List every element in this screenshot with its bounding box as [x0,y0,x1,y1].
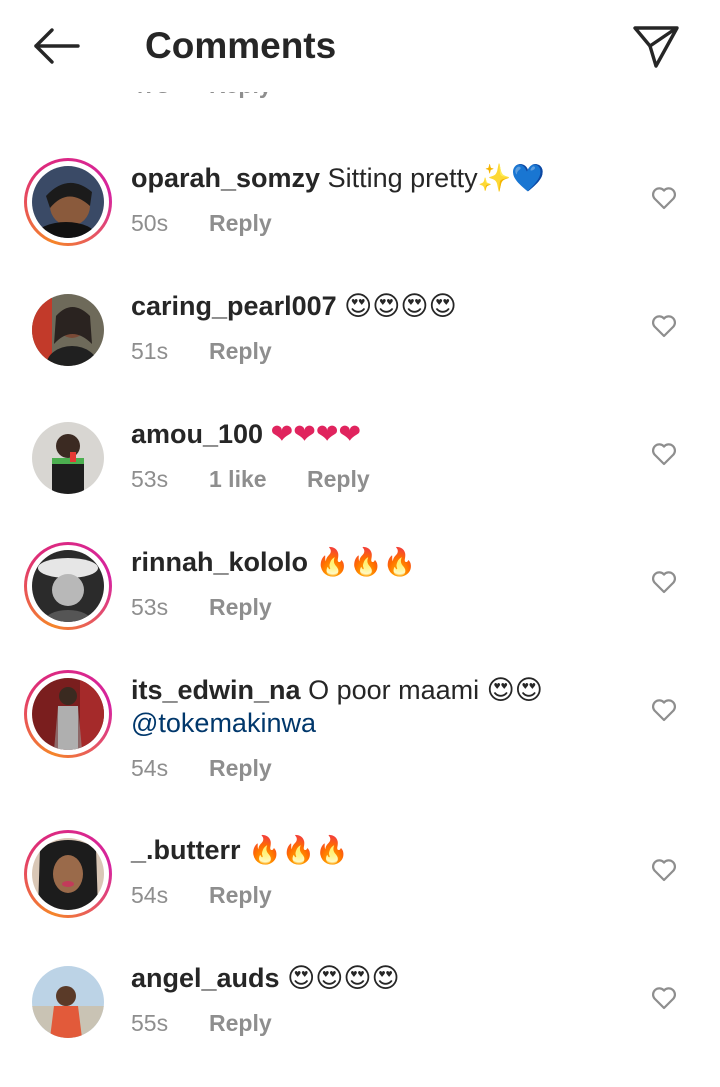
comment-item: caring_pearl007 😍😍😍😍 51s Reply [0,286,720,386]
comment-time: 53s [131,594,169,620]
comment-text-line: caring_pearl007 😍😍😍😍 [131,290,457,322]
avatar[interactable] [24,830,112,918]
heart-outline-icon[interactable] [651,186,677,210]
comment-item: amou_100 ❤❤❤❤ 53s 1 like Reply [0,414,720,514]
comment-text-line: rinnah_kololo 🔥🔥🔥 [131,546,416,578]
comment-time: 54s [131,882,169,908]
profile-photo [32,678,104,750]
comment-username[interactable]: angel_auds [131,963,280,993]
comment-text-line: amou_100 ❤❤❤❤ [131,418,361,450]
comment-item: _.butterr 🔥🔥🔥 54s Reply [0,830,720,930]
heart-outline-icon[interactable] [651,570,677,594]
comment-item: its_edwin_na O poor maami 😍😍 @tokemakinw… [0,670,720,790]
comment-time: 54s [131,755,169,781]
reply-button[interactable]: Reply [209,338,272,365]
comment-text: 😍😍😍😍 [287,963,400,993]
comment-username[interactable]: amou_100 [131,419,263,449]
reply-button[interactable]: Reply [209,1010,272,1037]
comment-text: 😍😍😍😍 [344,291,457,321]
profile-photo [32,838,104,910]
comment-text: Sitting pretty✨💙 [327,163,545,193]
share-button[interactable] [630,22,682,70]
comment-item: rinnah_kololo 🔥🔥🔥 53s Reply [0,542,720,642]
avatar[interactable] [24,542,112,630]
heart-outline-icon[interactable] [651,442,677,466]
reply-button[interactable]: Reply [209,882,272,909]
mention-link[interactable]: @tokemakinwa [131,707,316,739]
profile-photo [32,294,104,366]
comment-username[interactable]: rinnah_kololo [131,547,308,577]
avatar[interactable] [24,670,112,758]
comment-time: 50s [131,210,169,236]
comment-text-line: oparah_somzy Sitting pretty✨💙 [131,162,545,194]
comment-text: ❤❤❤❤ [270,419,362,449]
header-bar: Comments [0,0,720,92]
page-title: Comments [145,25,337,66]
avatar[interactable] [24,286,112,374]
reply-button[interactable]: Reply [209,210,272,237]
heart-outline-icon[interactable] [651,986,677,1010]
reply-button[interactable]: Reply [209,594,272,621]
comment-time: 55s [131,1010,169,1036]
comment-username[interactable]: oparah_somzy [131,163,320,193]
comment-username[interactable]: _.butterr [131,835,241,865]
comment-time: 51s [131,338,169,364]
reply-button[interactable]: Reply [307,466,370,493]
back-button[interactable] [30,24,82,68]
comment-time: 53s [131,466,169,492]
avatar[interactable] [24,158,112,246]
avatar[interactable] [24,958,112,1046]
profile-photo [32,550,104,622]
comment-username[interactable]: caring_pearl007 [131,291,337,321]
comment-text: 🔥🔥🔥 [315,547,417,577]
comment-text: 🔥🔥🔥 [248,835,349,865]
profile-photo [32,966,104,1038]
comment-text-line: angel_auds 😍😍😍😍 [131,962,400,994]
profile-photo [32,422,104,494]
reply-button[interactable]: Reply [209,755,272,782]
heart-outline-icon[interactable] [651,698,677,722]
likes-count[interactable]: 1 like [209,466,267,493]
profile-photo [32,166,104,238]
back-arrow-icon [34,28,80,64]
heart-outline-icon[interactable] [651,858,677,882]
comment-text: O poor maami 😍😍 [308,675,543,705]
paper-plane-icon [633,26,679,68]
comment-item: angel_auds 😍😍😍😍 55s Reply [0,958,720,1058]
heart-outline-icon[interactable] [651,314,677,338]
comment-text-line: its_edwin_na O poor maami 😍😍 [131,674,543,706]
comment-username[interactable]: its_edwin_na [131,675,301,705]
comment-text-line: _.butterr 🔥🔥🔥 [131,834,349,866]
comment-item: oparah_somzy Sitting pretty✨💙 50s Reply [0,158,720,258]
avatar[interactable] [24,414,112,502]
